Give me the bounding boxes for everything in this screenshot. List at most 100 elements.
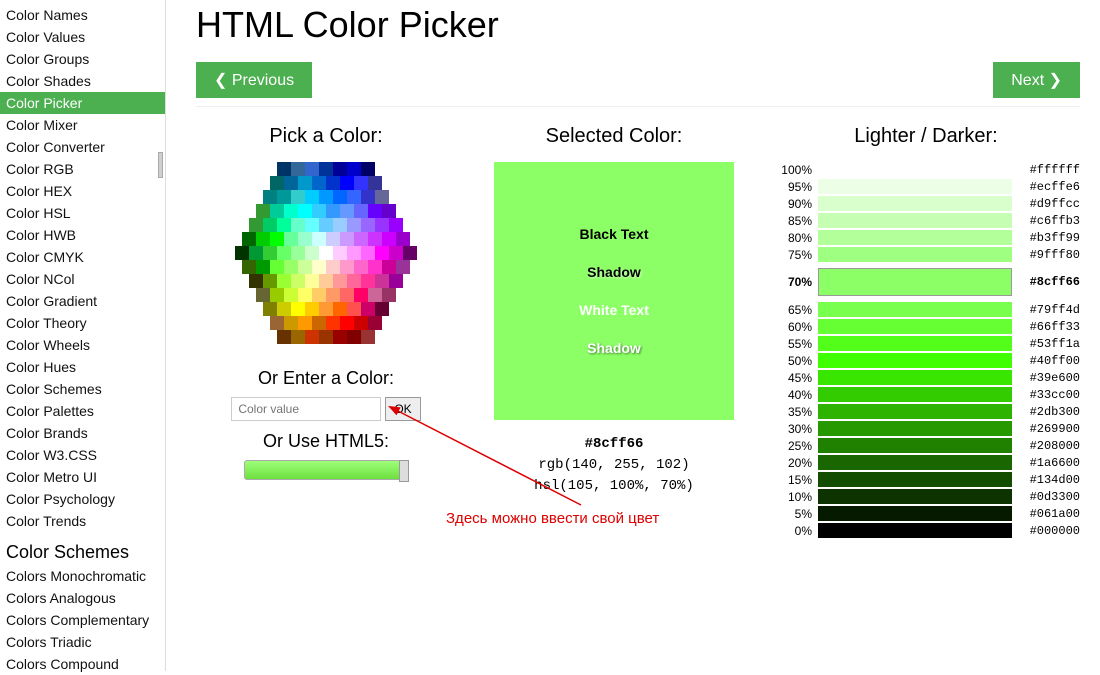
sidebar-item-color-gradient[interactable]: Color Gradient [0, 290, 165, 312]
sidebar-item-color-values[interactable]: Color Values [0, 26, 165, 48]
shade-row[interactable]: 90%#d9ffcc [772, 196, 1080, 211]
hex-cell[interactable] [277, 190, 291, 204]
hex-cell[interactable] [298, 204, 312, 218]
shade-row[interactable]: 65%#79ff4d [772, 302, 1080, 317]
shade-bar[interactable] [818, 336, 1012, 351]
shade-row[interactable]: 55%#53ff1a [772, 336, 1080, 351]
shade-row[interactable]: 25%#208000 [772, 438, 1080, 453]
sidebar-item-color-theory[interactable]: Color Theory [0, 312, 165, 334]
hex-cell[interactable] [291, 162, 305, 176]
shade-bar[interactable] [818, 455, 1012, 470]
hex-cell[interactable] [340, 316, 354, 330]
hex-cell[interactable] [305, 246, 319, 260]
shade-bar[interactable] [818, 247, 1012, 262]
hex-cell[interactable] [305, 302, 319, 316]
shade-bar[interactable] [818, 319, 1012, 334]
hex-cell[interactable] [368, 176, 382, 190]
hex-cell[interactable] [326, 176, 340, 190]
sidebar-item-color-mixer[interactable]: Color Mixer [0, 114, 165, 136]
hex-cell[interactable] [277, 246, 291, 260]
hex-cell[interactable] [242, 232, 256, 246]
shade-row[interactable]: 100%#ffffff [772, 162, 1080, 177]
hex-cell[interactable] [298, 176, 312, 190]
hex-cell[interactable] [368, 288, 382, 302]
hex-cell[interactable] [354, 204, 368, 218]
color-hexagon-wheel[interactable] [226, 162, 426, 352]
hex-cell[interactable] [319, 190, 333, 204]
sidebar-item-color-hex[interactable]: Color HEX [0, 180, 165, 202]
hex-cell[interactable] [319, 302, 333, 316]
hex-cell[interactable] [326, 316, 340, 330]
shade-row[interactable]: 30%#269900 [772, 421, 1080, 436]
hex-cell[interactable] [263, 218, 277, 232]
shade-row[interactable]: 5%#061a00 [772, 506, 1080, 521]
hex-cell[interactable] [375, 246, 389, 260]
hex-cell[interactable] [291, 330, 305, 344]
shade-bar[interactable] [818, 370, 1012, 385]
hex-cell[interactable] [368, 260, 382, 274]
sidebar-item-color-hwb[interactable]: Color HWB [0, 224, 165, 246]
hex-cell[interactable] [305, 190, 319, 204]
hex-cell[interactable] [375, 274, 389, 288]
hex-cell[interactable] [382, 232, 396, 246]
hex-cell[interactable] [270, 316, 284, 330]
hex-cell[interactable] [319, 274, 333, 288]
shade-row[interactable]: 45%#39e600 [772, 370, 1080, 385]
hex-cell[interactable] [256, 260, 270, 274]
hex-cell[interactable] [389, 274, 403, 288]
hex-cell[interactable] [270, 260, 284, 274]
hex-cell[interactable] [333, 190, 347, 204]
shade-bar[interactable] [818, 196, 1012, 211]
hex-cell[interactable] [270, 204, 284, 218]
hex-cell[interactable] [263, 190, 277, 204]
hex-cell[interactable] [375, 190, 389, 204]
hex-cell[interactable] [312, 232, 326, 246]
sidebar-item-colors-triadic[interactable]: Colors Triadic [0, 631, 165, 653]
hex-cell[interactable] [298, 260, 312, 274]
hex-cell[interactable] [242, 260, 256, 274]
shade-bar[interactable] [818, 472, 1012, 487]
hex-cell[interactable] [291, 302, 305, 316]
hex-cell[interactable] [347, 162, 361, 176]
hex-cell[interactable] [319, 162, 333, 176]
color-value-input[interactable] [231, 397, 381, 421]
shade-row[interactable]: 60%#66ff33 [772, 319, 1080, 334]
sidebar-item-color-picker[interactable]: Color Picker [0, 92, 165, 114]
scrollbar-handle[interactable] [158, 152, 163, 178]
sidebar-item-color-hsl[interactable]: Color HSL [0, 202, 165, 224]
hex-cell[interactable] [354, 288, 368, 302]
hex-cell[interactable] [284, 232, 298, 246]
hex-cell[interactable] [319, 330, 333, 344]
hex-cell[interactable] [298, 316, 312, 330]
hex-cell[interactable] [389, 218, 403, 232]
hex-cell[interactable] [361, 162, 375, 176]
hex-cell[interactable] [277, 218, 291, 232]
shade-bar[interactable] [818, 404, 1012, 419]
sidebar-item-color-brands[interactable]: Color Brands [0, 422, 165, 444]
hex-cell[interactable] [249, 274, 263, 288]
hex-cell[interactable] [389, 246, 403, 260]
hex-cell[interactable] [340, 288, 354, 302]
hex-cell[interactable] [291, 246, 305, 260]
sidebar-item-color-palettes[interactable]: Color Palettes [0, 400, 165, 422]
hex-cell[interactable] [340, 176, 354, 190]
hex-cell[interactable] [277, 302, 291, 316]
shade-row[interactable]: 75%#9fff80 [772, 247, 1080, 262]
sidebar-item-colors-compound[interactable]: Colors Compound [0, 653, 165, 675]
hex-cell[interactable] [368, 316, 382, 330]
hex-cell[interactable] [347, 218, 361, 232]
shade-bar[interactable] [818, 268, 1012, 296]
hex-cell[interactable] [361, 330, 375, 344]
hex-cell[interactable] [305, 162, 319, 176]
sidebar-item-color-names[interactable]: Color Names [0, 4, 165, 26]
hex-cell[interactable] [333, 274, 347, 288]
hex-cell[interactable] [256, 288, 270, 302]
hex-cell[interactable] [291, 218, 305, 232]
hex-cell[interactable] [347, 246, 361, 260]
shade-row[interactable]: 15%#134d00 [772, 472, 1080, 487]
hex-cell[interactable] [312, 176, 326, 190]
sidebar-item-color-cmyk[interactable]: Color CMYK [0, 246, 165, 268]
hex-cell[interactable] [375, 218, 389, 232]
hex-cell[interactable] [326, 288, 340, 302]
sidebar-item-color-groups[interactable]: Color Groups [0, 48, 165, 70]
